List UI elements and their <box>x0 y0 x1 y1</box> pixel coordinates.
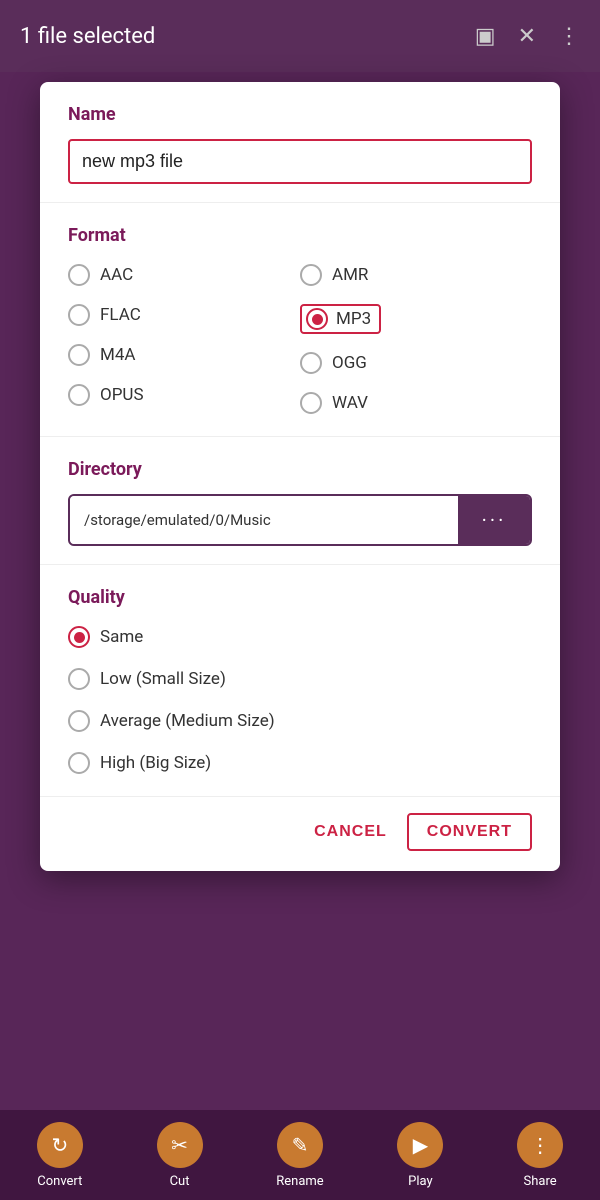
radio-m4a[interactable] <box>68 344 90 366</box>
radio-same[interactable] <box>68 626 90 648</box>
top-bar: 1 file selected ▣ ✕ ⋮ <box>0 0 600 72</box>
quality-section: Quality Same Low (Small Size) Average (M… <box>40 565 560 797</box>
format-ogg-label: OGG <box>332 353 367 373</box>
quality-same-label: Same <box>100 627 143 647</box>
directory-path: /storage/emulated/0/Music <box>70 496 458 544</box>
name-section: Name <box>40 82 560 203</box>
convert-modal: Name Format AAC FLAC <box>40 82 560 871</box>
radio-opus[interactable] <box>68 384 90 406</box>
format-option-flac[interactable]: FLAC <box>68 300 300 330</box>
directory-section: Directory /storage/emulated/0/Music ··· <box>40 437 560 565</box>
close-icon[interactable]: ✕ <box>518 24 536 49</box>
quality-average-label: Average (Medium Size) <box>100 711 275 731</box>
format-mp3-label: MP3 <box>336 309 371 329</box>
radio-amr[interactable] <box>300 264 322 286</box>
format-option-opus[interactable]: OPUS <box>68 380 300 410</box>
format-aac-label: AAC <box>100 265 133 285</box>
format-option-mp3[interactable]: MP3 <box>300 300 532 338</box>
directory-label: Directory <box>68 459 532 480</box>
radio-mp3[interactable] <box>306 308 328 330</box>
modal-backdrop: Name Format AAC FLAC <box>0 72 600 1200</box>
top-bar-icons: ▣ ✕ ⋮ <box>475 24 580 49</box>
format-opus-label: OPUS <box>100 385 144 405</box>
directory-browse-button[interactable]: ··· <box>458 496 530 544</box>
radio-same-inner <box>74 632 85 643</box>
quality-high-label: High (Big Size) <box>100 753 211 773</box>
mp3-selected-box[interactable]: MP3 <box>300 304 381 334</box>
format-wav-label: WAV <box>332 393 368 413</box>
radio-high[interactable] <box>68 752 90 774</box>
radio-low[interactable] <box>68 668 90 690</box>
quality-list: Same Low (Small Size) Average (Medium Si… <box>68 622 532 778</box>
quality-label: Quality <box>68 587 532 608</box>
format-label: Format <box>68 225 532 246</box>
format-option-amr[interactable]: AMR <box>300 260 532 290</box>
format-grid: AAC FLAC M4A OPUS <box>68 260 532 418</box>
radio-mp3-inner <box>312 314 323 325</box>
radio-ogg[interactable] <box>300 352 322 374</box>
cancel-button[interactable]: CANCEL <box>314 823 387 841</box>
format-option-ogg[interactable]: OGG <box>300 348 532 378</box>
radio-wav[interactable] <box>300 392 322 414</box>
quality-option-average[interactable]: Average (Medium Size) <box>68 706 532 736</box>
quality-option-same[interactable]: Same <box>68 622 532 652</box>
format-option-m4a[interactable]: M4A <box>68 340 300 370</box>
radio-average[interactable] <box>68 710 90 732</box>
format-m4a-label: M4A <box>100 345 136 365</box>
quality-low-label: Low (Small Size) <box>100 669 226 689</box>
name-input[interactable] <box>68 139 532 184</box>
more-icon[interactable]: ⋮ <box>558 24 580 49</box>
format-option-wav[interactable]: WAV <box>300 388 532 418</box>
radio-aac[interactable] <box>68 264 90 286</box>
top-bar-title: 1 file selected <box>20 24 155 49</box>
format-option-aac[interactable]: AAC <box>68 260 300 290</box>
format-amr-label: AMR <box>332 265 368 285</box>
radio-flac[interactable] <box>68 304 90 326</box>
checkbox-icon[interactable]: ▣ <box>475 24 496 49</box>
quality-option-low[interactable]: Low (Small Size) <box>68 664 532 694</box>
action-row: CANCEL CONVERT <box>40 797 560 871</box>
format-flac-label: FLAC <box>100 305 141 325</box>
format-section: Format AAC FLAC M4A <box>40 203 560 437</box>
quality-option-high[interactable]: High (Big Size) <box>68 748 532 778</box>
directory-row: /storage/emulated/0/Music ··· <box>68 494 532 546</box>
name-label: Name <box>68 104 532 125</box>
convert-button[interactable]: CONVERT <box>407 813 532 851</box>
browse-dots-icon: ··· <box>482 508 507 532</box>
